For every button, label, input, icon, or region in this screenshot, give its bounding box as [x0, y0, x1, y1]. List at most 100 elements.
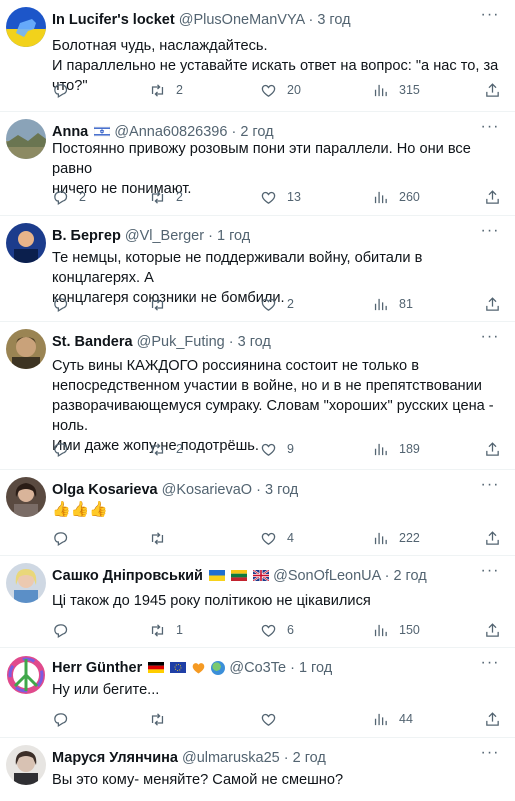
share-button[interactable] — [484, 439, 511, 459]
timestamp[interactable]: 2 год — [393, 568, 426, 584]
reply-button[interactable] — [52, 709, 79, 729]
retweet-button[interactable]: 2 — [149, 439, 183, 459]
tweet-text-line: Ці також до 1945 року політикою не цікав… — [52, 593, 371, 609]
reply-tweet[interactable]: В. Бергер @Vl_Berger · 1 год ··· Те немц… — [0, 216, 515, 322]
views-button[interactable]: 222 — [372, 528, 420, 548]
more-icon[interactable]: ··· — [477, 654, 503, 676]
more-icon[interactable]: ··· — [477, 6, 503, 28]
reply-tweet[interactable]: Olga Kosarieva @KosarievaO · 3 год ··· 👍… — [0, 470, 515, 556]
author-handle[interactable]: @Vl_Berger — [125, 228, 204, 244]
author-handle[interactable]: @Co3Te — [229, 660, 286, 676]
author-name[interactable]: St. Bandera — [52, 334, 133, 350]
reply-tweet[interactable]: Herr Günther @Co3Te · 1 год ··· Ну или б… — [0, 648, 515, 738]
tweet-text-line: Суть вины КАЖДОГО россиянина состоит не … — [52, 358, 419, 374]
like-icon — [261, 84, 276, 97]
views-button[interactable]: 150 — [372, 620, 420, 640]
timestamp[interactable]: 3 год — [238, 334, 271, 350]
timestamp[interactable]: 2 год — [240, 124, 273, 140]
author-name[interactable]: In Lucifer's locket — [52, 12, 175, 28]
avatar[interactable] — [6, 119, 46, 159]
author-name[interactable]: Сашко Дніпровський — [52, 568, 203, 584]
retweet-icon — [151, 712, 164, 726]
tweet-text-line: разворачивающемуся сумраку. Словам "хоро… — [52, 398, 494, 434]
more-icon[interactable]: ··· — [477, 562, 503, 584]
more-icon[interactable]: ··· — [477, 222, 503, 244]
reply-tweet[interactable]: Сашко Дніпровський @SonOfLeonUA · 2 год … — [0, 556, 515, 648]
reply-tweet[interactable]: Маруся Улянчина @ulmaruska25 · 2 год ···… — [0, 738, 515, 801]
more-icon[interactable]: ··· — [477, 118, 503, 140]
share-button[interactable] — [484, 80, 511, 100]
timestamp[interactable]: 3 год — [265, 482, 298, 498]
views-button[interactable]: 315 — [372, 80, 420, 100]
author-handle[interactable]: @Puk_Futing — [137, 334, 225, 350]
author-name[interactable]: Herr Günther — [52, 660, 142, 676]
like-button[interactable]: 4 — [260, 528, 294, 548]
reply-tweet[interactable]: Anna @Anna60826396 · 2 год ··· Постоянно… — [0, 112, 515, 216]
reply-button[interactable] — [52, 528, 79, 548]
reply-button[interactable] — [52, 294, 79, 314]
avatar[interactable] — [6, 223, 46, 263]
author-handle[interactable]: @KosarievaO — [162, 482, 252, 498]
author-handle[interactable]: @SonOfLeonUA — [273, 568, 380, 584]
author-handle[interactable]: @Anna60826396 — [114, 124, 227, 140]
like-icon — [261, 298, 276, 311]
like-button[interactable]: 6 — [260, 620, 294, 640]
more-icon[interactable]: ··· — [477, 328, 503, 350]
views-button[interactable]: 189 — [372, 439, 420, 459]
like-button[interactable]: 9 — [260, 439, 294, 459]
avatar[interactable] — [6, 329, 46, 369]
like-button[interactable]: 20 — [260, 80, 301, 100]
reply-tweet[interactable]: St. Bandera @Puk_Futing · 3 год ··· Суть… — [0, 322, 515, 470]
like-icon — [261, 624, 276, 637]
views-icon — [374, 624, 387, 636]
views-icon — [374, 713, 387, 725]
retweet-button[interactable] — [149, 294, 176, 314]
share-button[interactable] — [484, 294, 511, 314]
retweet-button[interactable] — [149, 528, 176, 548]
share-button[interactable] — [484, 620, 511, 640]
author-name[interactable]: В. Бергер — [52, 228, 121, 244]
like-button[interactable]: 13 — [260, 187, 301, 207]
timestamp[interactable]: 2 год — [293, 750, 326, 766]
reply-button[interactable] — [52, 80, 79, 100]
views-button[interactable]: 81 — [372, 294, 413, 314]
views-button[interactable]: 44 — [372, 709, 413, 729]
timestamp[interactable]: 1 год — [299, 660, 332, 676]
timestamp[interactable]: 3 год — [317, 12, 350, 28]
avatar[interactable] — [6, 477, 46, 517]
more-icon[interactable]: ··· — [477, 476, 503, 498]
like-icon — [261, 191, 276, 204]
more-icon[interactable]: ··· — [477, 744, 503, 766]
author-name[interactable]: Маруся Улянчина — [52, 750, 178, 766]
retweet-button[interactable] — [149, 709, 176, 729]
reply-tweet[interactable]: In Lucifer's locket @PlusOneManVYA · 3 г… — [0, 0, 515, 112]
reply-icon — [54, 297, 68, 312]
separator-dot: · — [283, 750, 289, 766]
like-count: 2 — [287, 297, 294, 311]
retweet-button[interactable]: 2 — [149, 187, 183, 207]
share-button[interactable] — [484, 709, 511, 729]
author-name[interactable]: Olga Kosarieva — [52, 482, 158, 498]
views-icon — [374, 443, 387, 455]
retweet-button[interactable]: 1 — [149, 620, 183, 640]
like-button[interactable] — [260, 709, 287, 729]
share-button[interactable] — [484, 187, 511, 207]
tweet-header: Herr Günther @Co3Te · 1 год — [52, 659, 475, 677]
avatar[interactable] — [6, 655, 46, 695]
views-button[interactable]: 260 — [372, 187, 420, 207]
avatar[interactable] — [6, 7, 46, 47]
views-count: 44 — [399, 712, 413, 726]
reply-button[interactable] — [52, 439, 79, 459]
retweet-button[interactable]: 2 — [149, 80, 183, 100]
reply-button[interactable]: 2 — [52, 187, 86, 207]
author-name[interactable]: Anna — [52, 124, 88, 140]
retweet-icon — [151, 83, 164, 97]
timestamp[interactable]: 1 год — [217, 228, 250, 244]
like-button[interactable]: 2 — [260, 294, 294, 314]
share-button[interactable] — [484, 528, 511, 548]
avatar[interactable] — [6, 745, 46, 785]
author-handle[interactable]: @ulmaruska25 — [182, 750, 280, 766]
avatar[interactable] — [6, 563, 46, 603]
reply-button[interactable] — [52, 620, 79, 640]
author-handle[interactable]: @PlusOneManVYA — [179, 12, 305, 28]
